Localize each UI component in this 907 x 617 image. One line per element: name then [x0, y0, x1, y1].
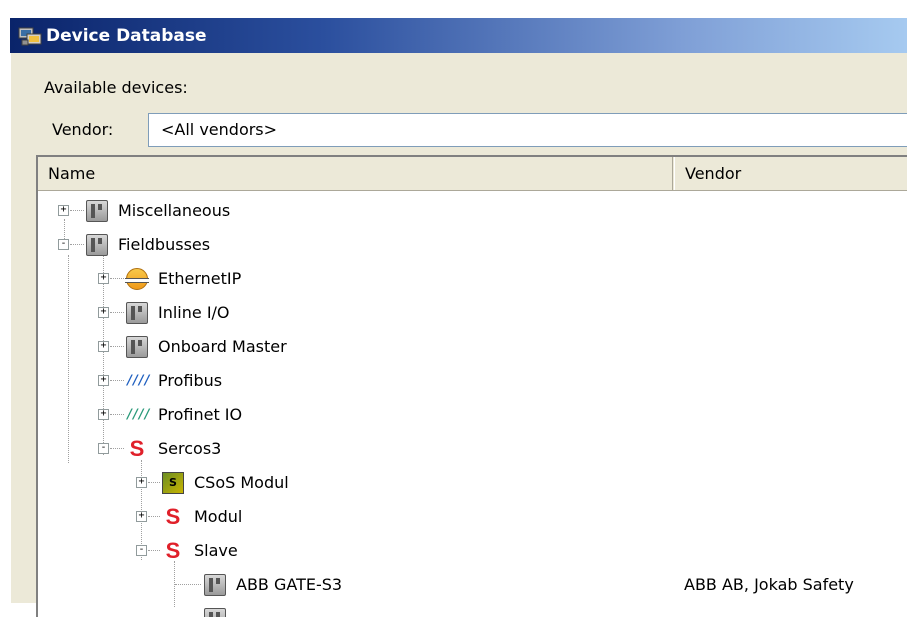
- sercos-icon: S: [165, 538, 181, 563]
- tree-line: [148, 516, 160, 517]
- sercos-icon: S: [165, 504, 181, 529]
- tree-item-label: Slave: [194, 541, 238, 560]
- tree-item-inline-io[interactable]: + Inline I/O: [38, 296, 907, 330]
- title-bar[interactable]: Device Database: [10, 18, 907, 53]
- module-icon: [204, 574, 226, 596]
- tree-line: [148, 482, 160, 483]
- expand-icon[interactable]: +: [98, 375, 109, 386]
- tree-item-miscellaneous[interactable]: + Miscellaneous: [38, 194, 907, 228]
- expand-icon[interactable]: +: [58, 205, 69, 216]
- tree-line: [110, 448, 124, 449]
- collapse-icon[interactable]: -: [98, 443, 109, 454]
- available-devices-label: Available devices:: [44, 78, 188, 97]
- tree-item-partial: [38, 602, 907, 617]
- ethernet-icon: [125, 268, 149, 290]
- tree-item-ethernetip[interactable]: + EthernetIP: [38, 262, 907, 296]
- tree-item-label: Sercos3: [158, 439, 222, 458]
- tree-item-modul[interactable]: + S Modul: [38, 500, 907, 534]
- tree-item-sercos3[interactable]: - S Sercos3: [38, 432, 907, 466]
- tree-line: [175, 584, 201, 585]
- sercos-icon: S: [129, 436, 145, 461]
- collapse-icon[interactable]: -: [136, 545, 147, 556]
- bus-icon: ////: [126, 407, 151, 422]
- device-tree-list[interactable]: Name Vendor + Miscellaneous - Fieldbusse…: [36, 155, 907, 617]
- expand-icon[interactable]: +: [98, 341, 109, 352]
- tree-item-label: CSoS Modul: [194, 473, 289, 492]
- tree-line: [110, 380, 124, 381]
- module-icon: [126, 302, 148, 324]
- device-database-icon: [18, 25, 42, 47]
- tree-item-label: EthernetIP: [158, 269, 242, 288]
- tree-line: [70, 210, 84, 211]
- expand-icon[interactable]: +: [98, 307, 109, 318]
- vendor-select[interactable]: <All vendors>: [148, 113, 907, 147]
- module-icon: [204, 608, 226, 617]
- tree-item-fieldbusses[interactable]: - Fieldbusses: [38, 228, 907, 262]
- tree-item-profibus[interactable]: + //// Profibus: [38, 364, 907, 398]
- tree-item-onboard-master[interactable]: + Onboard Master: [38, 330, 907, 364]
- csos-icon: S: [162, 472, 184, 494]
- tree-item-label: Profinet IO: [158, 405, 243, 424]
- list-header: Name Vendor: [38, 157, 907, 191]
- module-icon: [86, 234, 108, 256]
- expand-icon[interactable]: +: [136, 477, 147, 488]
- column-header-vendor[interactable]: Vendor: [674, 157, 907, 190]
- tree-line: [148, 550, 160, 551]
- tree-line: [70, 244, 84, 245]
- expand-icon[interactable]: +: [136, 511, 147, 522]
- tree-line: [110, 312, 124, 313]
- vendor-label: Vendor:: [52, 120, 114, 139]
- tree-line: [110, 278, 124, 279]
- tree-item-label: Onboard Master: [158, 337, 287, 356]
- tree-item-label: Profibus: [158, 371, 223, 390]
- collapse-icon[interactable]: -: [58, 239, 69, 250]
- expand-icon[interactable]: +: [98, 273, 109, 284]
- tree-item-label: Modul: [194, 507, 243, 526]
- tree-item-label: Fieldbusses: [118, 235, 211, 254]
- tree-item-label: Inline I/O: [158, 303, 230, 322]
- tree-item-profinet-io[interactable]: + //// Profinet IO: [38, 398, 907, 432]
- tree-item-label: Miscellaneous: [118, 201, 231, 220]
- module-icon: [86, 200, 108, 222]
- bus-icon: ////: [126, 373, 151, 388]
- tree-line: [110, 346, 124, 347]
- tree-line: [110, 414, 124, 415]
- tree-item-csos-modul[interactable]: + S CSoS Modul: [38, 466, 907, 500]
- tree-item-slave[interactable]: - S Slave: [38, 534, 907, 568]
- window-title: Device Database: [46, 25, 207, 46]
- module-icon: [126, 336, 148, 358]
- tree-item-label: ABB GATE-S3: [236, 575, 343, 594]
- tree-item-abb-gate-s3[interactable]: ABB GATE-S3 ABB AB, Jokab Safety: [38, 568, 907, 602]
- expand-icon[interactable]: +: [98, 409, 109, 420]
- column-header-name[interactable]: Name: [38, 157, 673, 190]
- vendor-cell: ABB AB, Jokab Safety: [684, 575, 854, 594]
